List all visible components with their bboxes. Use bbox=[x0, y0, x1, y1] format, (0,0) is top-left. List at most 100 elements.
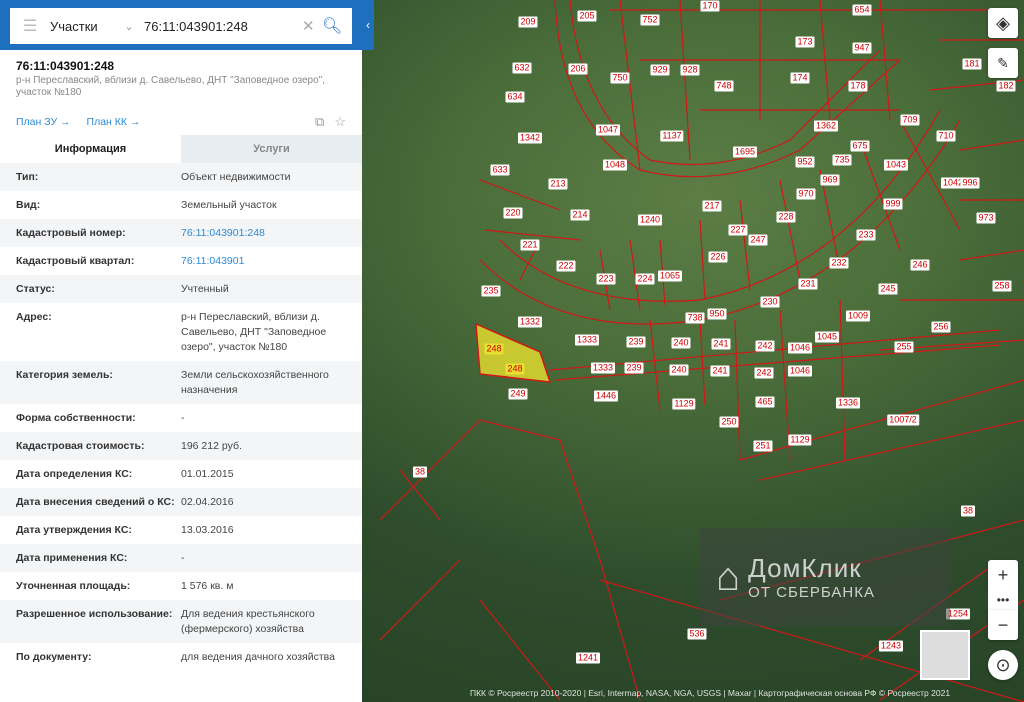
parcel-label[interactable]: 950 bbox=[707, 308, 727, 320]
ruler-button[interactable]: ✎ bbox=[988, 48, 1018, 78]
parcel-label[interactable]: 251 bbox=[753, 440, 773, 452]
parcel-label[interactable]: 1043 bbox=[883, 159, 909, 171]
parcel-label[interactable]: 1046 bbox=[787, 365, 813, 377]
parcel-label[interactable]: 1137 bbox=[660, 130, 684, 142]
parcel-label[interactable]: 970 bbox=[796, 188, 816, 200]
parcel-label[interactable]: 246 bbox=[910, 259, 930, 271]
parcel-label[interactable]: 999 bbox=[883, 198, 903, 210]
parcel-label[interactable]: 217 bbox=[702, 200, 722, 212]
parcel-label[interactable]: 170 bbox=[700, 0, 720, 12]
parcel-label[interactable]: 221 bbox=[520, 239, 540, 251]
parcel-label[interactable]: 247 bbox=[748, 234, 768, 246]
parcel-label[interactable]: 1045 bbox=[814, 331, 840, 343]
parcel-label[interactable]: 240 bbox=[669, 364, 689, 376]
parcel-label[interactable]: 249 bbox=[508, 388, 528, 400]
parcel-label[interactable]: 241 bbox=[710, 365, 730, 377]
star-icon[interactable]: ☆ bbox=[334, 114, 346, 130]
parcel-label[interactable]: 250 bbox=[719, 416, 739, 428]
parcel-label[interactable]: 205 bbox=[577, 10, 597, 22]
parcel-label[interactable]: 240 bbox=[671, 337, 691, 349]
parcel-label[interactable]: 230 bbox=[760, 296, 780, 308]
parcel-label[interactable]: 1336 bbox=[835, 397, 861, 409]
parcel-label[interactable]: 206 bbox=[568, 63, 588, 75]
minimap[interactable] bbox=[920, 630, 970, 680]
selected-parcel-label[interactable]: 248 bbox=[505, 363, 525, 375]
search-icon[interactable]: 🔍︎ bbox=[322, 16, 352, 36]
parcel-label[interactable]: 224 bbox=[635, 273, 655, 285]
parcel-label[interactable]: 750 bbox=[610, 72, 630, 84]
parcel-label[interactable]: 1047 bbox=[595, 124, 621, 136]
parcel-label[interactable]: 181 bbox=[962, 58, 982, 70]
zoom-in-button[interactable]: + bbox=[988, 560, 1018, 590]
clear-icon[interactable]: ✕ bbox=[302, 17, 322, 35]
parcel-label[interactable]: 1129 bbox=[788, 434, 812, 446]
parcel-label[interactable]: 675 bbox=[850, 140, 870, 152]
parcel-label[interactable]: 973 bbox=[976, 212, 996, 224]
parcel-label[interactable]: 735 bbox=[832, 154, 852, 166]
info-value[interactable]: 76:11:043901 bbox=[181, 254, 346, 269]
zoom-out-button[interactable]: − bbox=[988, 610, 1018, 640]
parcel-label[interactable]: 38 bbox=[960, 505, 976, 517]
parcel-label[interactable]: 1009 bbox=[845, 310, 871, 322]
parcel-label[interactable]: 1446 bbox=[593, 390, 619, 402]
tab-services[interactable]: Услуги bbox=[181, 135, 362, 163]
parcel-label[interactable]: 634 bbox=[505, 91, 525, 103]
parcel-label[interactable]: 1695 bbox=[732, 146, 758, 158]
parcel-label[interactable]: 255 bbox=[894, 341, 914, 353]
parcel-label[interactable]: 248 bbox=[484, 343, 504, 355]
parcel-label[interactable]: 213 bbox=[548, 178, 568, 190]
parcel-label[interactable]: 1333 bbox=[590, 362, 616, 374]
parcel-label[interactable]: 1129 bbox=[672, 398, 696, 410]
parcel-label[interactable]: 239 bbox=[626, 336, 646, 348]
parcel-label[interactable]: 1342 bbox=[517, 132, 543, 144]
parcel-label[interactable]: 38 bbox=[412, 466, 428, 478]
parcel-label[interactable]: 227 bbox=[728, 224, 748, 236]
parcel-label[interactable]: 952 bbox=[795, 156, 815, 168]
parcel-label[interactable]: 969 bbox=[820, 174, 840, 186]
parcel-label[interactable]: 256 bbox=[931, 321, 951, 333]
parcel-label[interactable]: 710 bbox=[936, 130, 956, 142]
parcel-label[interactable]: 1241 bbox=[575, 652, 601, 664]
parcel-label[interactable]: 1362 bbox=[813, 120, 839, 132]
parcel-label[interactable]: 996 bbox=[960, 177, 980, 189]
collapse-panel-button[interactable]: ‹ bbox=[362, 0, 374, 50]
parcel-label[interactable]: 235 bbox=[481, 285, 501, 297]
parcel-label[interactable]: 1065 bbox=[657, 270, 683, 282]
parcel-label[interactable]: 632 bbox=[512, 62, 532, 74]
parcel-label[interactable]: 228 bbox=[776, 211, 796, 223]
parcel-label[interactable]: 178 bbox=[848, 80, 868, 92]
parcel-label[interactable]: 465 bbox=[755, 396, 775, 408]
parcel-label[interactable]: 258 bbox=[992, 280, 1012, 292]
chevron-down-icon[interactable]: ⌄ bbox=[114, 20, 144, 33]
plan-kk-link[interactable]: План КК → bbox=[87, 116, 141, 128]
parcel-label[interactable]: 174 bbox=[790, 72, 810, 84]
parcel-label[interactable]: 709 bbox=[900, 114, 920, 126]
parcel-label[interactable]: 633 bbox=[490, 164, 510, 176]
parcel-label[interactable]: 226 bbox=[708, 251, 728, 263]
menu-icon[interactable]: ☰ bbox=[10, 16, 50, 36]
parcel-label[interactable]: 1240 bbox=[637, 214, 663, 226]
parcel-label[interactable]: 241 bbox=[711, 338, 731, 350]
parcel-label[interactable]: 536 bbox=[687, 628, 707, 640]
compass-button[interactable]: ⊙ bbox=[988, 650, 1018, 680]
parcel-label[interactable]: 232 bbox=[829, 257, 849, 269]
parcel-label[interactable]: 1007/2 bbox=[887, 414, 919, 426]
parcel-label[interactable]: 1332 bbox=[517, 316, 543, 328]
more-button[interactable]: ••• bbox=[988, 590, 1018, 610]
parcel-label[interactable]: 242 bbox=[754, 367, 774, 379]
plan-zu-link[interactable]: План ЗУ → bbox=[16, 116, 71, 128]
parcel-label[interactable]: 209 bbox=[518, 16, 538, 28]
parcel-label[interactable]: 222 bbox=[556, 260, 576, 272]
info-value[interactable]: 76:11:043901:248 bbox=[181, 226, 346, 241]
parcel-label[interactable]: 220 bbox=[503, 207, 523, 219]
parcel-label[interactable]: 242 bbox=[755, 340, 775, 352]
parcel-label[interactable]: 173 bbox=[795, 36, 815, 48]
parcel-label[interactable]: 223 bbox=[596, 273, 616, 285]
parcel-label[interactable]: 245 bbox=[878, 283, 898, 295]
parcel-label[interactable]: 231 bbox=[798, 278, 818, 290]
parcel-label[interactable]: 947 bbox=[852, 42, 872, 54]
parcel-label[interactable]: 738 bbox=[685, 312, 705, 324]
parcel-label[interactable]: 214 bbox=[570, 209, 590, 221]
parcel-label[interactable]: 748 bbox=[714, 80, 734, 92]
parcel-label[interactable]: 929 bbox=[650, 64, 670, 76]
